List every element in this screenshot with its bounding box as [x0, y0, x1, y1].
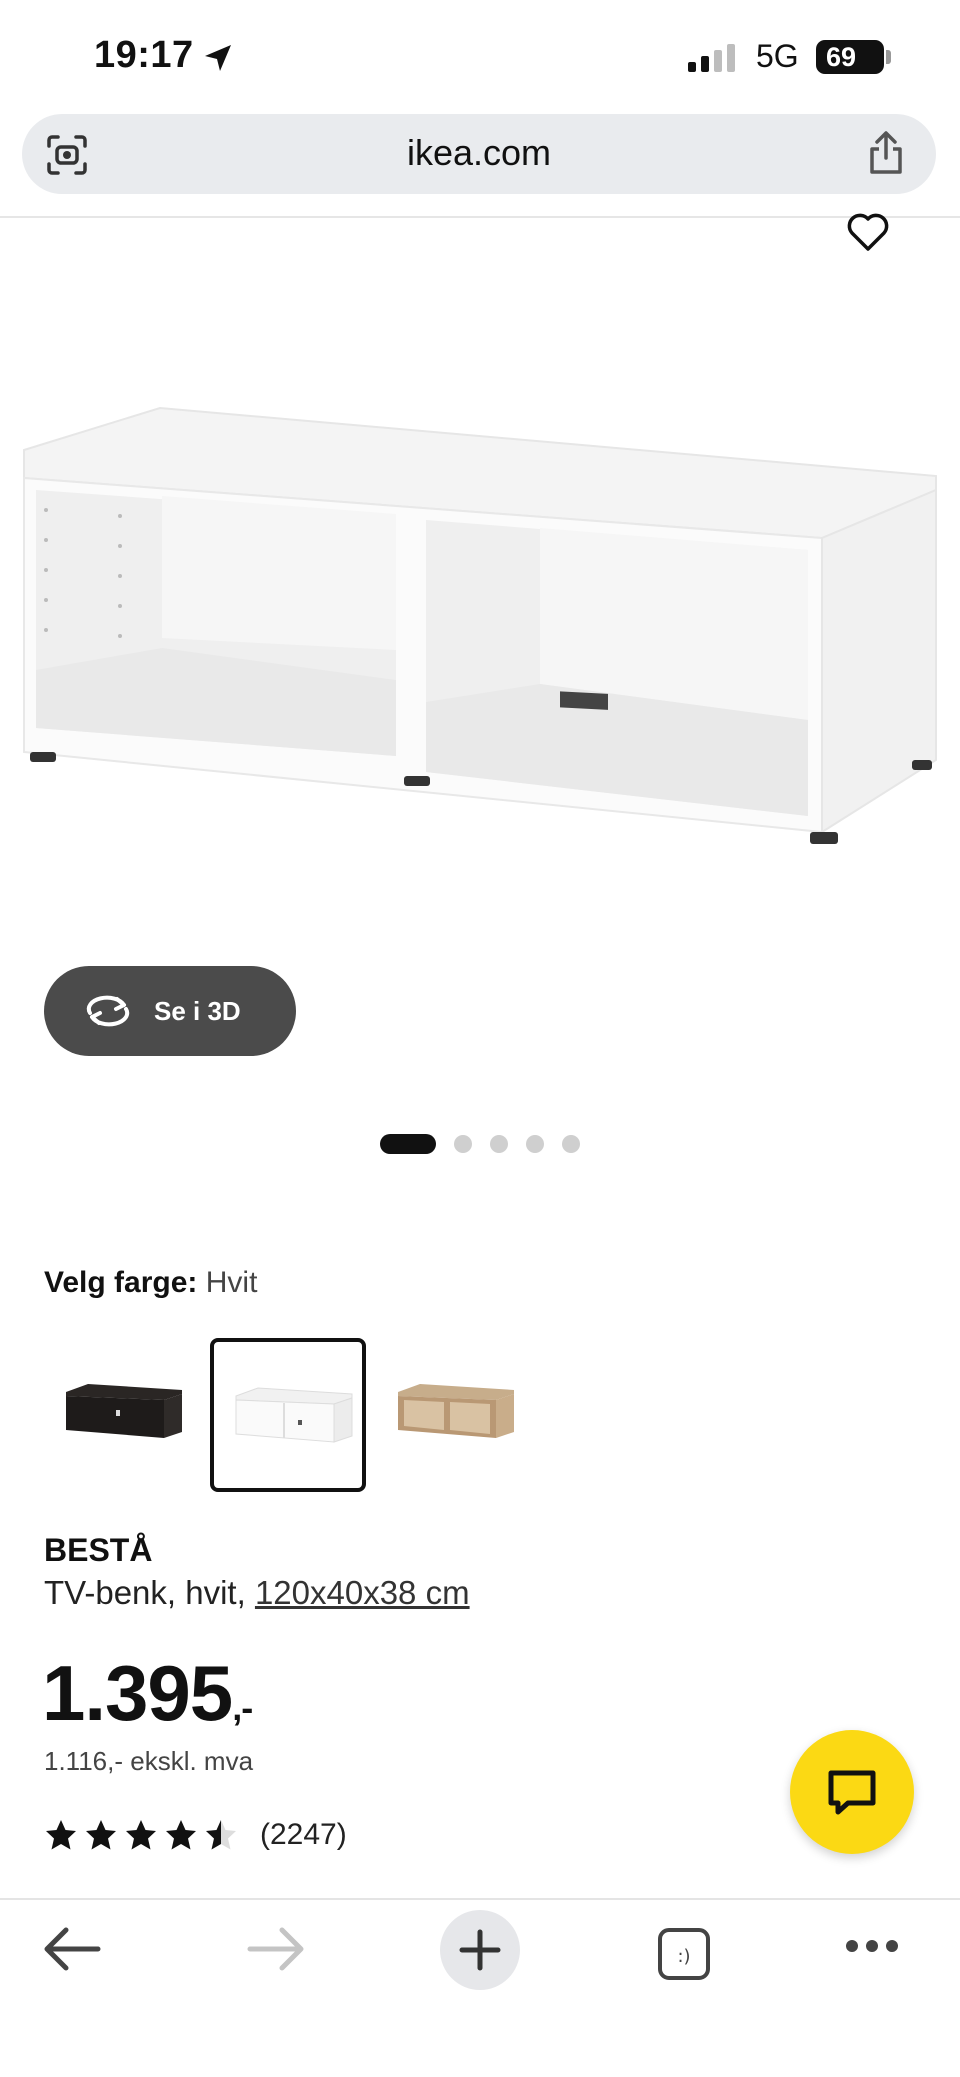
- product-dimensions-link[interactable]: 120x40x38 cm: [255, 1574, 470, 1611]
- rotate-3d-icon: [86, 995, 130, 1027]
- color-label-text: Velg farge:: [44, 1266, 198, 1299]
- cellular-signal-icon: [688, 44, 735, 72]
- carousel-indicator[interactable]: [380, 1134, 598, 1154]
- address-bar[interactable]: ikea.com: [22, 114, 936, 194]
- price-main: 1.395: [42, 1649, 233, 1737]
- status-bar: 19:17 5G 69: [0, 0, 960, 110]
- review-count[interactable]: (2247): [260, 1818, 347, 1852]
- view-in-3d-label: Se i 3D: [154, 995, 241, 1026]
- carousel-dot[interactable]: [454, 1135, 472, 1153]
- product-description: TV-benk, hvit, 120x40x38 cm: [44, 1574, 470, 1612]
- bench-thumbnail-white: [235, 1387, 353, 1443]
- bench-thumbnail-black: [66, 1384, 182, 1438]
- star-full-icon: [166, 1820, 196, 1850]
- battery-cap: [886, 50, 891, 64]
- carousel-dot[interactable]: [562, 1135, 580, 1153]
- forward-arrow-icon[interactable]: [246, 1926, 306, 1972]
- color-swatch-white-stained-oak[interactable]: [376, 1338, 532, 1492]
- product-rating[interactable]: (2247): [44, 1818, 347, 1852]
- share-icon[interactable]: [866, 130, 906, 176]
- star-half-icon: [206, 1820, 236, 1850]
- svg-text::): :): [677, 1946, 690, 1967]
- price-suffix: ,-: [232, 1687, 253, 1728]
- favorite-heart-icon[interactable]: [846, 212, 890, 252]
- product-description-text: TV-benk, hvit,: [44, 1574, 255, 1611]
- battery-indicator: 69: [816, 40, 884, 74]
- bench-thumbnail-oak: [398, 1384, 514, 1438]
- back-arrow-icon[interactable]: [42, 1926, 102, 1972]
- chat-bubble-icon: [828, 1770, 876, 1815]
- product-name: BESTÅ: [44, 1532, 153, 1568]
- status-time: 19:17: [94, 34, 194, 76]
- carousel-dot[interactable]: [490, 1135, 508, 1153]
- url-text[interactable]: ikea.com: [22, 132, 936, 174]
- more-options-icon[interactable]: [844, 1938, 900, 1954]
- star-full-icon: [46, 1820, 76, 1850]
- price-excl-vat: 1.116,- ekskl. mva: [44, 1746, 254, 1776]
- product-image[interactable]: [0, 380, 960, 960]
- carousel-dot-active[interactable]: [380, 1134, 436, 1154]
- plus-icon: [459, 1929, 501, 1971]
- header-divider: [0, 216, 960, 218]
- chat-support-button[interactable]: [790, 1730, 914, 1854]
- view-in-3d-button[interactable]: Se i 3D: [44, 966, 296, 1056]
- color-swatch-white[interactable]: [210, 1338, 366, 1492]
- tabs-overview-icon[interactable]: :): [656, 1926, 712, 1982]
- product-price: 1.395,-: [42, 1648, 253, 1739]
- carousel-dot[interactable]: [526, 1135, 544, 1153]
- star-full-icon: [86, 1820, 116, 1850]
- color-swatch-black-brown[interactable]: [44, 1338, 200, 1492]
- color-picker-label: Velg farge: Hvit: [44, 1266, 257, 1300]
- network-type: 5G: [756, 38, 799, 74]
- selected-color-value: Hvit: [205, 1266, 258, 1299]
- star-full-icon: [126, 1820, 156, 1850]
- new-tab-button[interactable]: [440, 1910, 520, 1990]
- location-arrow-icon: [205, 45, 231, 71]
